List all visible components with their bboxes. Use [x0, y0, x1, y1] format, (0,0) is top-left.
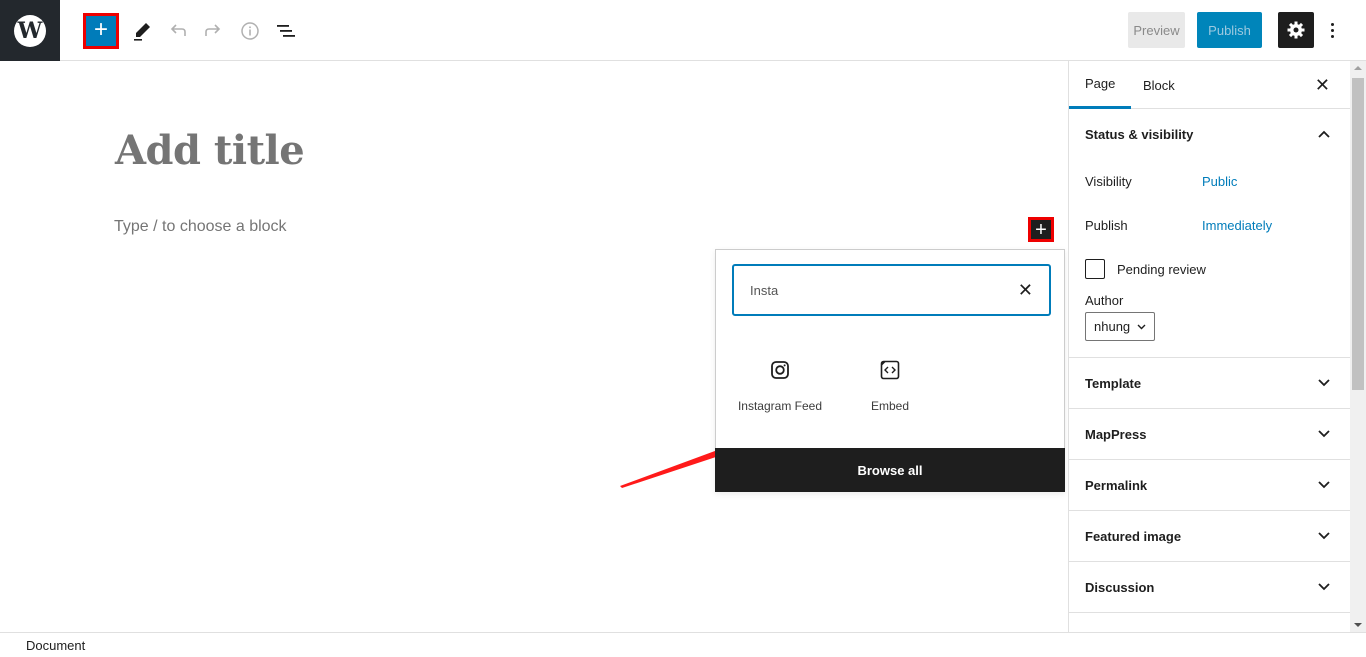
- embed-icon: [878, 358, 902, 382]
- block-result-instagram-feed[interactable]: Instagram Feed: [725, 358, 835, 413]
- scroll-up-arrow-icon[interactable]: [1354, 66, 1362, 70]
- inline-inserter-button[interactable]: +: [1028, 217, 1054, 242]
- preview-button[interactable]: Preview: [1128, 12, 1185, 48]
- block-inserter-popover: ✕ Instagram Feed Embed Browse all: [715, 249, 1065, 492]
- post-title-input[interactable]: Add title: [115, 127, 305, 174]
- plus-icon: +: [93, 16, 108, 43]
- panel-title: Template: [1085, 375, 1142, 391]
- panel-title: MapPress: [1085, 426, 1147, 442]
- block-result-embed[interactable]: Embed: [835, 358, 945, 413]
- panel-title: Status & visibility: [1085, 126, 1194, 142]
- more-dot-icon: [1330, 22, 1334, 26]
- sidebar-tabs: Page Block ✕: [1069, 61, 1350, 109]
- panel-mappress[interactable]: MapPress: [1069, 409, 1350, 460]
- pencil-icon: [134, 23, 150, 41]
- publish-label: Publish: [1085, 217, 1128, 233]
- publish-button[interactable]: Publish: [1197, 12, 1262, 48]
- tools-button[interactable]: [128, 17, 156, 45]
- list-view-icon: [277, 25, 295, 37]
- panel-title: Permalink: [1085, 477, 1148, 493]
- visibility-toggle[interactable]: Public: [1202, 174, 1237, 189]
- plus-icon: +: [1031, 220, 1051, 240]
- visibility-label: Visibility: [1085, 173, 1132, 189]
- undo-button[interactable]: [164, 17, 192, 45]
- block-inserter-toggle[interactable]: +: [83, 13, 119, 49]
- clear-search-icon[interactable]: ✕: [1018, 280, 1033, 301]
- settings-sidebar: Page Block ✕ Status & visibility Visibil…: [1068, 61, 1350, 632]
- chevron-down-icon: [1318, 430, 1330, 438]
- chevron-down-icon: [1318, 379, 1330, 387]
- author-label: Author: [1085, 293, 1124, 308]
- list-view-button[interactable]: [272, 17, 300, 45]
- panel-title: Discussion: [1085, 579, 1155, 595]
- visibility-row: Visibility Public: [1069, 159, 1350, 203]
- block-result-label: Embed: [870, 399, 910, 413]
- panel-permalink[interactable]: Permalink: [1069, 460, 1350, 511]
- gear-icon: [1287, 21, 1305, 39]
- panel-header[interactable]: Status & visibility: [1069, 109, 1350, 159]
- close-sidebar-icon[interactable]: ✕: [1315, 75, 1330, 96]
- publish-row: Publish Immediately: [1069, 203, 1350, 247]
- undo-icon: [170, 24, 186, 36]
- chevron-down-icon: [1137, 324, 1146, 329]
- block-search[interactable]: ✕: [732, 264, 1051, 316]
- checkbox[interactable]: [1085, 259, 1105, 279]
- instagram-icon: [768, 358, 792, 382]
- block-search-input[interactable]: [750, 282, 1018, 298]
- tab-block[interactable]: Block: [1127, 61, 1191, 109]
- pending-review-checkbox[interactable]: Pending review: [1069, 247, 1350, 291]
- panel-template[interactable]: Template: [1069, 358, 1350, 409]
- scroll-thumb[interactable]: [1352, 78, 1364, 390]
- author-select[interactable]: nhung: [1085, 312, 1155, 341]
- info-icon: [241, 22, 259, 40]
- publish-date-toggle[interactable]: Immediately: [1202, 218, 1272, 233]
- chevron-down-icon: [1318, 532, 1330, 540]
- pending-review-label: Pending review: [1117, 261, 1206, 277]
- more-dot-icon: [1330, 34, 1334, 38]
- scroll-down-arrow-icon[interactable]: [1354, 623, 1362, 627]
- details-button[interactable]: [236, 17, 264, 45]
- panel-discussion[interactable]: Discussion: [1069, 562, 1350, 613]
- chevron-down-icon: [1318, 481, 1330, 489]
- more-dot-icon: [1330, 28, 1334, 32]
- block-appender[interactable]: Type / to choose a block: [114, 218, 287, 236]
- breadcrumb-document[interactable]: Document: [26, 638, 85, 653]
- chevron-down-icon: [1318, 583, 1330, 591]
- chevron-up-icon: [1318, 130, 1330, 138]
- sidebar-scrollbar[interactable]: [1350, 61, 1366, 632]
- block-breadcrumb: Document: [0, 632, 1366, 657]
- block-result-label: Instagram Feed: [737, 399, 823, 413]
- settings-button[interactable]: [1278, 12, 1314, 48]
- tab-page[interactable]: Page: [1069, 61, 1132, 109]
- panel-title: Featured image: [1085, 528, 1182, 544]
- redo-icon: [205, 24, 221, 36]
- author-value: nhung: [1094, 319, 1131, 334]
- panel-featured-image[interactable]: Featured image: [1069, 511, 1350, 562]
- top-toolbar: W + Preview Publish: [0, 0, 1366, 61]
- wordpress-logo[interactable]: W: [0, 0, 60, 61]
- wordpress-icon: W: [14, 14, 46, 47]
- browse-all-button[interactable]: Browse all: [715, 448, 1065, 492]
- more-options-button[interactable]: [1322, 12, 1342, 48]
- redo-button[interactable]: [199, 17, 227, 45]
- panel-status-visibility: Status & visibility Visibility Public Pu…: [1069, 109, 1350, 358]
